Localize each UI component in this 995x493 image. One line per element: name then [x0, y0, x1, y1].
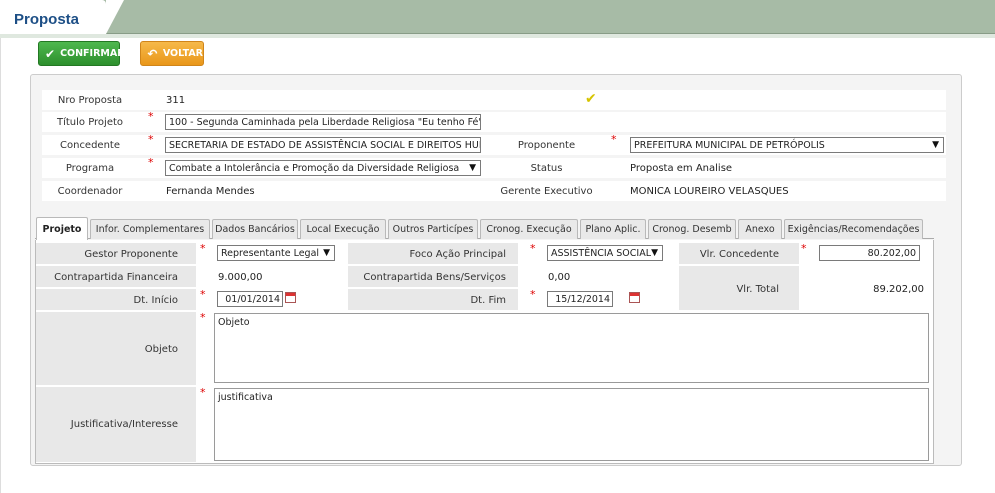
- required-mark: *: [200, 288, 206, 301]
- tab-projeto[interactable]: Projeto: [36, 217, 88, 240]
- tab-outros-participes[interactable]: Outros Particípes: [388, 219, 478, 239]
- tab-local-execucao[interactable]: Local Execução: [300, 219, 386, 239]
- status-value: Proposta em Analise: [630, 163, 733, 174]
- dt-fim-input[interactable]: 15/12/2014: [547, 291, 613, 307]
- vlr-concedente-input[interactable]: 80.202,00: [819, 245, 920, 261]
- concedente-label: Concedente: [60, 140, 120, 151]
- justificativa-label: Justificativa/Interesse: [70, 419, 178, 430]
- status-label: Status: [530, 163, 563, 174]
- required-mark: *: [148, 110, 154, 123]
- undo-arrow-icon: ↶: [147, 46, 158, 61]
- coordenador-value: Fernanda Mendes: [166, 186, 255, 197]
- nro-label: Nro Proposta: [57, 95, 123, 106]
- contrapartida-fin-value: 9.000,00: [218, 272, 263, 283]
- contrapartida-bens-label: Contrapartida Bens/Serviços: [363, 272, 506, 283]
- confirm-button[interactable]: ✔ CONFIRMAR: [38, 41, 125, 66]
- gestor-label: Gestor Proponente: [84, 249, 178, 260]
- proponente-value: PREFEITURA MUNICIPAL DE PETRÓPOLIS: [634, 139, 825, 151]
- programa-value: Combate a Intolerância e Promoção da Div…: [169, 162, 460, 174]
- tab-infor-complementares[interactable]: Infor. Complementares: [90, 219, 210, 239]
- dropdown-arrow-icon: ▼: [323, 248, 330, 258]
- nro-value: 311: [166, 95, 186, 106]
- vlr-concedente-label: Vlr. Concedente: [699, 249, 779, 260]
- concedente-value: SECRETARIA DE ESTADO DE ASSISTÊNCIA SOCI…: [169, 139, 481, 151]
- required-mark: *: [148, 156, 154, 169]
- tab-plano-aplic[interactable]: Plano Aplic.: [580, 219, 646, 239]
- dt-fim-label: Dt. Fim: [470, 295, 506, 306]
- tab-exigencias[interactable]: Exigências/Recomendações: [784, 219, 923, 239]
- confirm-label: CONFIRMAR: [60, 48, 125, 59]
- concedente-select[interactable]: SECRETARIA DE ESTADO DE ASSISTÊNCIA SOCI…: [165, 137, 481, 153]
- back-button[interactable]: ↶ VOLTAR: [140, 41, 204, 66]
- programa-select[interactable]: Combate a Intolerância e Promoção da Div…: [165, 160, 481, 176]
- tab-cronog-desemb[interactable]: Cronog. Desemb: [648, 219, 736, 239]
- justificativa-textarea[interactable]: justificativa: [214, 388, 929, 461]
- required-mark: *: [611, 133, 617, 146]
- required-mark: *: [801, 242, 807, 255]
- gerente-value: MONICA LOUREIRO VELASQUES: [630, 186, 789, 197]
- contrapartida-bens-value: 0,00: [548, 272, 571, 283]
- titulo-label: Título Projeto: [56, 117, 124, 128]
- objeto-textarea[interactable]: Objeto: [214, 313, 929, 383]
- gestor-select[interactable]: Representante Legal ▼: [217, 245, 335, 261]
- foco-label: Foco Ação Principal: [409, 249, 506, 260]
- foco-select[interactable]: ASSISTÊNCIA SOCIAL ▼: [547, 245, 663, 261]
- required-mark: *: [530, 288, 536, 301]
- required-mark: *: [200, 311, 206, 324]
- dropdown-arrow-icon: ▼: [651, 248, 658, 258]
- checkmark-yellow-icon: ✔: [585, 91, 597, 107]
- programa-label: Programa: [65, 163, 115, 174]
- gestor-value: Representante Legal: [221, 247, 320, 259]
- top-bar: [0, 0, 995, 34]
- required-mark: *: [148, 133, 154, 146]
- dropdown-arrow-icon: ▼: [932, 140, 939, 150]
- vlr-total-label: Vlr. Total: [736, 284, 779, 295]
- foco-value: ASSISTÊNCIA SOCIAL: [551, 247, 651, 259]
- calendar-icon[interactable]: [629, 292, 641, 303]
- required-mark: *: [530, 242, 536, 255]
- tab-dados-bancarios[interactable]: Dados Bancários: [212, 219, 298, 239]
- titulo-input[interactable]: 100 - Segunda Caminhada pela Liberdade R…: [165, 114, 481, 130]
- gerente-label: Gerente Executivo: [500, 186, 593, 197]
- calendar-icon[interactable]: [285, 292, 296, 303]
- tab-anexo[interactable]: Anexo: [738, 219, 782, 239]
- coordenador-label: Coordenador: [57, 186, 123, 197]
- back-label: VOLTAR: [162, 48, 203, 59]
- proponente-select[interactable]: PREFEITURA MUNICIPAL DE PETRÓPOLIS ▼: [630, 137, 944, 153]
- proponente-label: Proponente: [517, 140, 576, 151]
- required-mark: *: [200, 386, 206, 399]
- dt-inicio-label: Dt. Início: [133, 295, 178, 306]
- required-mark: *: [200, 242, 206, 255]
- contrapartida-fin-label: Contrapartida Financeira: [54, 272, 178, 283]
- objeto-label: Objeto: [144, 344, 178, 355]
- dropdown-arrow-icon: ▼: [469, 163, 476, 173]
- tab-cronog-execucao[interactable]: Cronog. Execução: [480, 219, 578, 239]
- check-icon: ✔: [45, 46, 56, 61]
- page-title: Proposta: [14, 11, 80, 28]
- dt-inicio-input[interactable]: 01/01/2014: [217, 291, 283, 307]
- vlr-total-value: 89.202,00: [873, 284, 924, 295]
